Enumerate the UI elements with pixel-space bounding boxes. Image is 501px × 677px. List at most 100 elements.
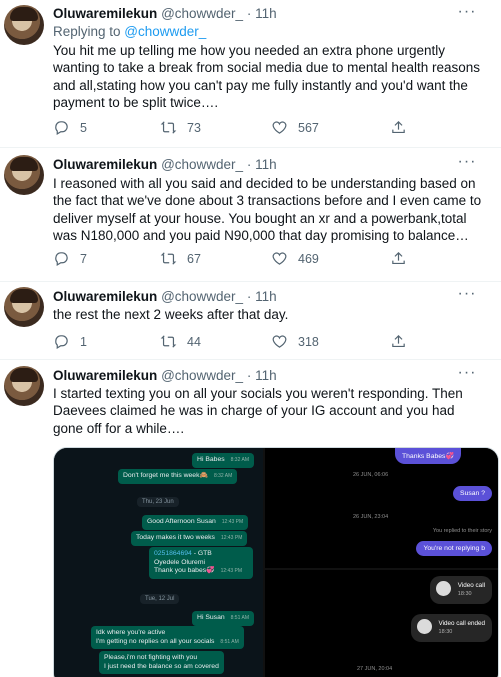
tweet-3[interactable]: Oluwaremilekun @chowwder_ · 11h ··· the … xyxy=(0,282,501,360)
chat-bubble-outgoing: Don't forget me this week🙈 8:32 AM xyxy=(118,469,238,484)
tweet-actions: 5 73 567 xyxy=(53,119,413,139)
chat-bubble-outgoing: Today makes it two weeks 12:43 PM xyxy=(131,531,248,546)
like-count: 567 xyxy=(298,120,319,135)
message-text: Please,i'm not fighting with you xyxy=(104,654,198,661)
like-button[interactable]: 318 xyxy=(271,333,319,350)
reply-icon xyxy=(55,335,68,349)
call-time: 18:30 xyxy=(457,591,472,597)
avatar[interactable] xyxy=(4,155,44,195)
share-icon xyxy=(392,120,405,134)
share-icon xyxy=(392,334,405,348)
tweet-2[interactable]: Oluwaremilekun @chowwder_ · 11h ··· I re… xyxy=(0,148,501,282)
call-label: Video call ended xyxy=(438,620,485,627)
message-text: Hi Babes xyxy=(197,456,225,463)
ig-date: 26 JUN, 23:04 xyxy=(353,514,389,520)
like-count: 469 xyxy=(298,251,319,266)
message-time: 8:32 AM xyxy=(230,457,249,463)
instagram-screenshot-top[interactable]: Thanks Babes💞 26 JUN, 06:06 Susan ? 26 J… xyxy=(265,448,498,568)
avatar[interactable] xyxy=(4,287,44,327)
tweet-media-grid[interactable]: Hi Babes 8:32 AM Don't forget me this wee… xyxy=(53,447,499,677)
tweet-1[interactable]: Oluwaremilekun @chowwder_ · 11h ··· Repl… xyxy=(0,0,501,148)
tweet-time[interactable]: · 11h xyxy=(247,289,277,304)
more-options-icon[interactable]: ··· xyxy=(457,365,477,385)
ig-message-outgoing: You're not replying b xyxy=(416,541,492,556)
retweet-button[interactable]: 67 xyxy=(160,250,201,267)
more-options-icon[interactable]: ··· xyxy=(457,154,477,174)
author-handle[interactable]: @chowwder_ xyxy=(161,368,243,383)
replying-to: Replying to @chowwder_ xyxy=(53,24,206,39)
call-time: 18:30 xyxy=(438,629,453,635)
chat-bubble-outgoing: Hi Susan 8:51 AM xyxy=(192,611,254,626)
retweet-button[interactable]: 73 xyxy=(160,119,201,136)
account-number-link[interactable]: 0251864694 xyxy=(154,550,192,557)
avatar[interactable] xyxy=(4,5,44,45)
author-name[interactable]: Oluwaremilekun xyxy=(53,6,157,21)
like-button[interactable]: 469 xyxy=(271,250,319,267)
ig-date: 26 JUN, 06:06 xyxy=(353,472,389,478)
message-time: 8:32 AM xyxy=(213,473,233,479)
message-text: I'm getting no replies on all your socia… xyxy=(96,637,215,645)
ig-date: 27 JUN, 20:04 xyxy=(357,666,393,672)
author-handle[interactable]: @chowwder_ xyxy=(161,289,243,304)
message-text: Thank you babes💞 xyxy=(154,567,215,574)
author-handle[interactable]: @chowwder_ xyxy=(161,6,243,21)
video-camera-icon xyxy=(416,619,432,634)
retweet-count: 44 xyxy=(187,334,201,349)
more-options-icon[interactable]: ··· xyxy=(457,286,477,306)
author-handle[interactable]: @chowwder_ xyxy=(161,157,243,172)
tweet-header: Oluwaremilekun @chowwder_ · 11h xyxy=(53,157,277,177)
heart-icon xyxy=(272,252,287,265)
tweet-header: Oluwaremilekun @chowwder_ · 11h xyxy=(53,6,277,26)
chat-bubble-outgoing: Please,i'm not fighting with you I just … xyxy=(99,651,224,674)
tweet-time[interactable]: · 11h xyxy=(247,368,277,383)
author-name[interactable]: Oluwaremilekun xyxy=(53,289,157,304)
author-name[interactable]: Oluwaremilekun xyxy=(53,157,157,172)
message-text: Idk where you're active xyxy=(96,629,166,636)
message-time: 8:51 AM xyxy=(220,638,239,645)
message-time: 12:43 PM xyxy=(220,568,243,574)
message-text: I just need the balance so am covered xyxy=(104,662,219,670)
message-text: Hi Susan xyxy=(197,614,225,621)
message-text: Don't forget me this week🙈 xyxy=(123,472,208,479)
ig-story-reply-label: You replied to their story xyxy=(432,528,492,534)
message-text: Good Afternoon Susan xyxy=(147,518,216,525)
ig-video-call: Video call 18:30 xyxy=(429,576,492,604)
share-button[interactable] xyxy=(390,119,407,136)
whatsapp-screenshot[interactable]: Hi Babes 8:32 AM Don't forget me this wee… xyxy=(54,448,263,677)
retweet-count: 67 xyxy=(187,251,201,266)
retweet-count: 73 xyxy=(187,120,201,135)
chat-bubble-outgoing: Idk where you're active I'm getting no r… xyxy=(91,626,244,649)
heart-icon xyxy=(272,121,287,134)
more-options-icon[interactable]: ··· xyxy=(457,4,477,24)
retweet-button[interactable]: 44 xyxy=(160,333,201,350)
retweet-icon xyxy=(160,121,177,134)
chat-bubble-outgoing: 0251864694 - GTB Oyedele Oluremi Thank y… xyxy=(149,547,253,579)
instagram-screenshot-bottom[interactable]: Video call 18:30 Video call ended 18:30 … xyxy=(265,570,498,677)
share-button[interactable] xyxy=(390,250,407,267)
tweet-actions: 7 67 469 xyxy=(53,250,413,270)
share-button[interactable] xyxy=(390,333,407,350)
account-name: Oyedele Oluremi xyxy=(154,558,205,566)
author-name[interactable]: Oluwaremilekun xyxy=(53,368,157,383)
tweet-time[interactable]: · 11h xyxy=(247,157,277,172)
tweet-text: I started texting you on all your social… xyxy=(53,386,463,436)
reply-count: 7 xyxy=(80,251,87,266)
bank-name: - GTB xyxy=(191,550,212,557)
replying-to-link[interactable]: @chowwder_ xyxy=(124,24,206,39)
retweet-icon xyxy=(160,252,177,265)
reply-button[interactable]: 5 xyxy=(53,119,87,136)
like-button[interactable]: 567 xyxy=(271,119,319,136)
message-text: Today makes it two weeks xyxy=(136,534,215,541)
chat-bubble-outgoing: Hi Babes 8:32 AM xyxy=(192,453,254,468)
ig-video-call-ended: Video call ended 18:30 xyxy=(410,614,492,642)
retweet-icon xyxy=(160,335,177,348)
avatar[interactable] xyxy=(4,366,44,406)
reply-button[interactable]: 7 xyxy=(53,250,87,267)
call-label: Video call xyxy=(457,582,485,589)
replying-prefix: Replying to xyxy=(53,24,125,39)
reply-count: 1 xyxy=(80,334,87,349)
message-time: 12:43 PM xyxy=(220,535,243,541)
reply-button[interactable]: 1 xyxy=(53,333,87,350)
tweet-time[interactable]: · 11h xyxy=(247,6,277,21)
tweet-text: I reasoned with all you said and decided… xyxy=(53,176,482,244)
